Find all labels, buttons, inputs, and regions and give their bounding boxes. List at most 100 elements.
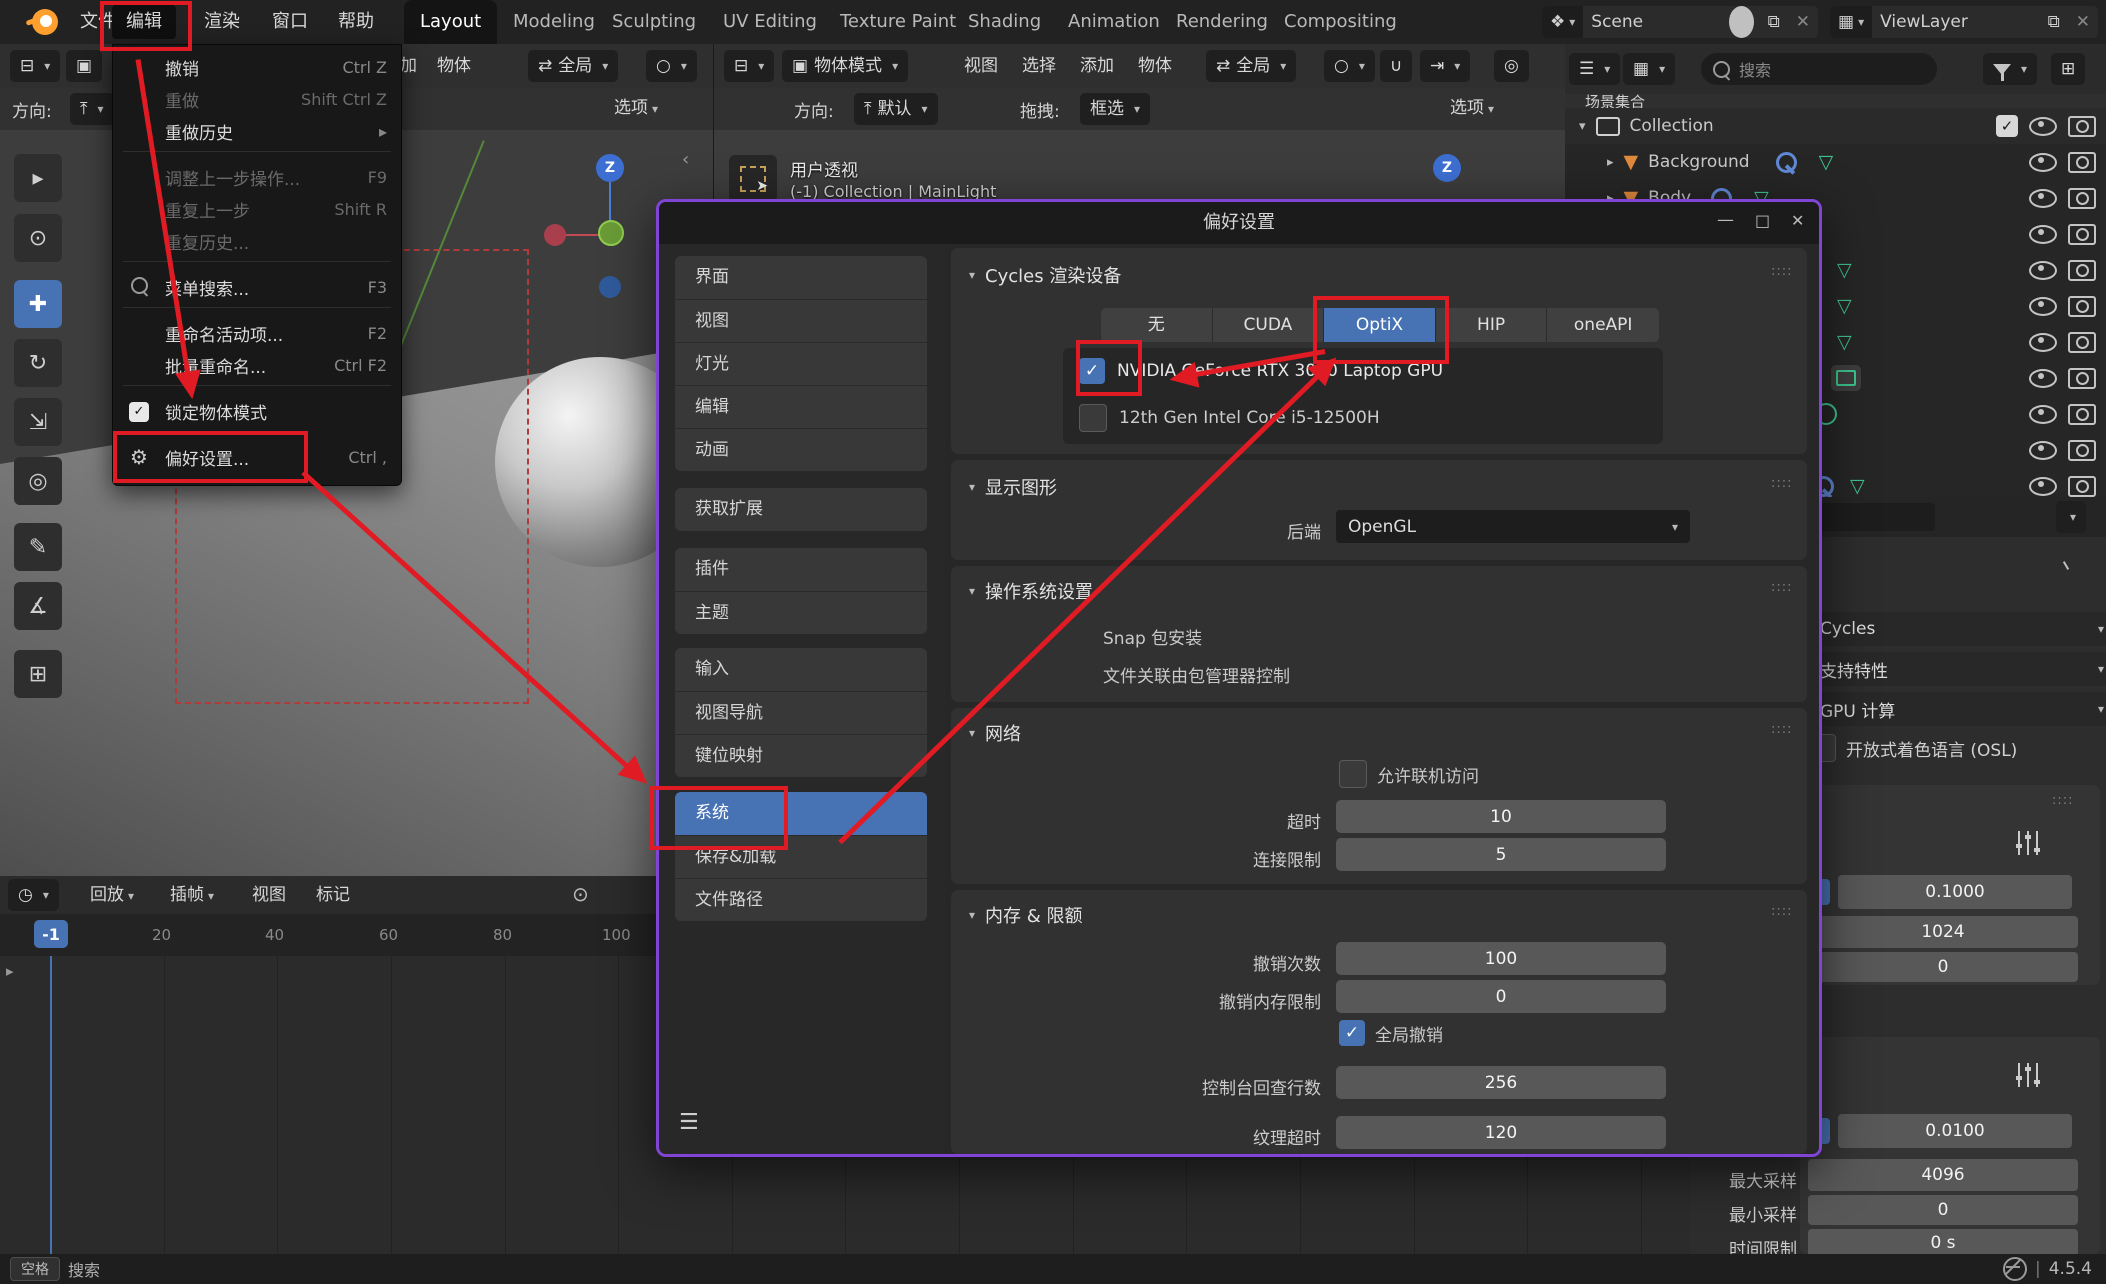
add-menu-right[interactable]: 添加 bbox=[1080, 44, 1114, 88]
panel-drag-dots[interactable]: :::: bbox=[2052, 793, 2074, 808]
new-scene-icon[interactable]: ⧉ bbox=[1760, 6, 1788, 38]
noise-threshold-render-row[interactable]: ✓ 0.0100 bbox=[1804, 1114, 2072, 1148]
global-undo-checkbox[interactable]: ✓ bbox=[1339, 1020, 1365, 1046]
background-row[interactable]: ▸ ▼ Background ▽ bbox=[1565, 144, 2106, 180]
camera-visibility-icon[interactable] bbox=[2068, 476, 2096, 497]
add-menu[interactable]: 加 bbox=[400, 44, 417, 88]
tool-tweak[interactable]: ▸ bbox=[14, 154, 62, 202]
tab-compositing[interactable]: Compositing bbox=[1268, 0, 1413, 44]
render-engine-dropdown[interactable]: Cycles▾ bbox=[1808, 612, 2106, 646]
menu-item-rename-active[interactable]: 重命名活动项...F2 bbox=[113, 317, 401, 349]
allow-online-checkbox[interactable] bbox=[1339, 760, 1367, 788]
channel-expand-icon[interactable]: ▸ bbox=[6, 962, 14, 980]
tool-annotate[interactable]: ✎ bbox=[14, 523, 62, 571]
section-header[interactable]: ▾网络 bbox=[965, 720, 1021, 746]
tool-transform[interactable]: ◎ bbox=[14, 457, 62, 505]
collapse-button[interactable]: ▾ bbox=[2056, 501, 2086, 533]
eye-icon[interactable] bbox=[2029, 405, 2057, 424]
sidebar-item-keymap[interactable]: 键位映射 bbox=[675, 734, 927, 777]
eye-icon[interactable] bbox=[2029, 117, 2057, 136]
eye-icon[interactable] bbox=[2029, 477, 2057, 496]
menu-item-menu-search[interactable]: 菜单搜索...F3 bbox=[113, 271, 401, 303]
device-tab-oneapi[interactable]: oneAPI bbox=[1547, 308, 1659, 342]
tool-move[interactable]: ✚ bbox=[14, 280, 62, 328]
expand-icon[interactable]: ▾ bbox=[1579, 119, 1586, 134]
lock-object-mode-checkbox[interactable]: ✓ bbox=[129, 402, 149, 422]
max-samples-vp-field[interactable]: 1024 bbox=[1808, 916, 2078, 948]
eye-icon[interactable] bbox=[2029, 225, 2057, 244]
eye-icon[interactable] bbox=[2029, 441, 2057, 460]
drag-dots-icon[interactable]: :::: bbox=[1771, 264, 1793, 279]
menu-item-redo-history[interactable]: 重做历史▸ bbox=[113, 115, 401, 147]
eye-icon[interactable] bbox=[2029, 333, 2057, 352]
close-viewlayer-icon[interactable]: ✕ bbox=[2068, 6, 2098, 38]
min-samples-vp-field[interactable]: 0 bbox=[1808, 952, 2078, 982]
snap-dropdown[interactable]: ⇥▾ bbox=[1420, 50, 1470, 82]
outliner-display-mode[interactable]: ☰▾ bbox=[1569, 53, 1620, 85]
active-tool-box[interactable]: ➤ bbox=[729, 155, 777, 202]
device-tab-none[interactable]: 无 bbox=[1101, 308, 1213, 342]
proportional-edit-right[interactable]: ○▾ bbox=[1324, 50, 1375, 82]
breadcrumb-field[interactable] bbox=[1815, 503, 1935, 531]
global-undo-row[interactable]: ✓ 全局撤销 bbox=[1339, 1020, 1443, 1046]
close-button[interactable]: ✕ bbox=[1791, 211, 1804, 230]
tab-uv-editing[interactable]: UV Editing bbox=[707, 0, 833, 44]
tab-animation[interactable]: Animation bbox=[1052, 0, 1176, 44]
device-tab-cuda[interactable]: CUDA bbox=[1213, 308, 1325, 342]
direction-default-dropdown[interactable]: ⤒ 默认▾ bbox=[854, 93, 938, 125]
max-samples-field[interactable]: 4096 bbox=[1808, 1159, 2078, 1191]
sidebar-item-file-paths[interactable]: 文件路径 bbox=[675, 878, 927, 921]
gizmo-z-axis[interactable]: Z bbox=[596, 154, 624, 182]
noise-threshold-field[interactable]: 0.1000 bbox=[1838, 875, 2072, 909]
sidebar-item-addons[interactable]: 插件 bbox=[675, 548, 927, 591]
record-icon[interactable]: ⊙ bbox=[572, 882, 589, 906]
device-tab-hip[interactable]: HIP bbox=[1436, 308, 1548, 342]
scene-selector[interactable]: ❖▾ Scene ⧉ ✕ bbox=[1542, 6, 1818, 38]
outliner-filter-button[interactable]: ▾ bbox=[1983, 53, 2037, 85]
tab-rendering[interactable]: Rendering bbox=[1160, 0, 1284, 44]
maximize-button[interactable]: □ bbox=[1755, 211, 1770, 230]
marker-menu[interactable]: 标记 bbox=[316, 873, 350, 917]
playhead-line[interactable] bbox=[50, 956, 52, 1254]
eye-icon[interactable] bbox=[2029, 153, 2057, 172]
collection-checkbox[interactable]: ✓ bbox=[1996, 115, 2018, 137]
camera-visibility-icon[interactable] bbox=[2068, 224, 2096, 245]
menu-render[interactable]: 渲染 bbox=[190, 5, 254, 39]
sidebar-item-editing[interactable]: 编辑 bbox=[675, 385, 927, 428]
menu-item-batch-rename[interactable]: 批量重命名...Ctrl F2 bbox=[113, 349, 401, 381]
mode-dropdown[interactable]: ▣ 物体模式▾ bbox=[782, 50, 908, 82]
gpu-intel-checkbox[interactable] bbox=[1079, 404, 1107, 432]
blender-logo-icon[interactable] bbox=[32, 9, 58, 35]
tab-modeling[interactable]: Modeling bbox=[497, 0, 611, 44]
texture-timeout-field[interactable]: 120 bbox=[1336, 1116, 1666, 1149]
tool-measure[interactable]: ∡ bbox=[14, 582, 62, 630]
tool-rotate[interactable]: ↻ bbox=[14, 339, 62, 387]
render-visibility-icon[interactable]: ◎ bbox=[1494, 50, 1529, 82]
sidebar-item-input[interactable]: 输入 bbox=[675, 648, 927, 691]
allow-online-row[interactable]: 允许联机访问 bbox=[1339, 760, 1479, 788]
tool-cursor[interactable]: ⊙ bbox=[14, 214, 62, 262]
eye-icon[interactable] bbox=[2029, 297, 2057, 316]
orientation-dropdown-right[interactable]: ⇄ 全局▾ bbox=[1206, 50, 1296, 82]
tab-texture-paint[interactable]: Texture Paint bbox=[824, 0, 972, 44]
time-limit-field[interactable]: 0 s bbox=[1808, 1229, 2078, 1257]
editor-type-button-right[interactable]: ⊟▾ bbox=[724, 50, 774, 82]
gizmo-x-ball[interactable] bbox=[544, 224, 566, 246]
camera-visibility-icon[interactable] bbox=[2068, 404, 2096, 425]
section-header[interactable]: ▾显示图形 bbox=[965, 474, 1057, 500]
sidebar-item-interface[interactable]: 界面 bbox=[675, 256, 927, 299]
sidebar-item-themes[interactable]: 主题 bbox=[675, 591, 927, 634]
playback-menu[interactable]: 回放▾ bbox=[90, 873, 134, 917]
limit-field[interactable]: 5 bbox=[1336, 838, 1666, 871]
menu-item-undo[interactable]: 撤销Ctrl Z bbox=[113, 51, 401, 83]
tab-sculpting[interactable]: Sculpting bbox=[596, 0, 712, 44]
prefs-hamburger-icon[interactable]: ☰ bbox=[679, 1110, 709, 1134]
gizmo-minus-z-ball[interactable] bbox=[599, 276, 621, 298]
current-frame-badge[interactable]: -1 bbox=[34, 920, 68, 948]
section-header[interactable]: ▾Cycles 渲染设备 bbox=[965, 262, 1121, 288]
editor-type-button[interactable]: ⊟▾ bbox=[10, 50, 60, 82]
eye-icon[interactable] bbox=[2029, 189, 2057, 208]
menu-item-redo[interactable]: 重做Shift Ctrl Z bbox=[113, 83, 401, 115]
options-menu-left[interactable]: 选项▾ bbox=[614, 86, 658, 130]
new-viewlayer-icon[interactable]: ⧉ bbox=[2040, 6, 2068, 38]
